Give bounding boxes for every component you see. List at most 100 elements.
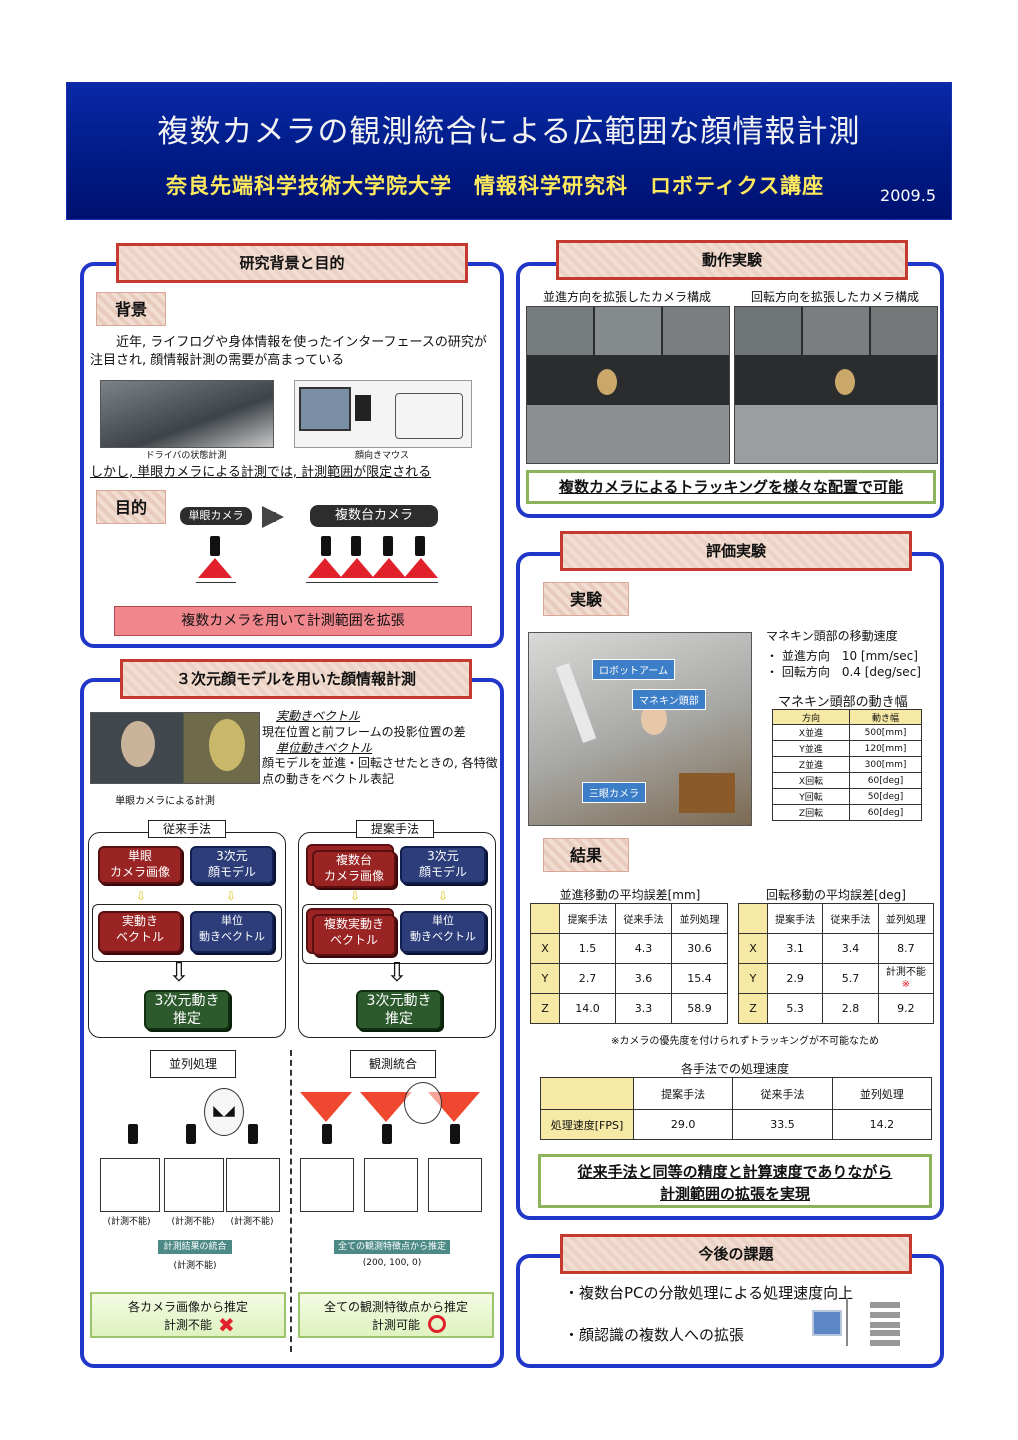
merge-results-label: 計測結果の統合 (158, 1240, 232, 1254)
unit-vector-title: 単位動きベクトル (276, 741, 373, 755)
corner-cell (738, 903, 768, 934)
background-label: 背景 (96, 292, 166, 326)
camera-view (300, 1158, 354, 1212)
col-header: 提案手法 (632, 1077, 734, 1110)
tri-camera-tag: 三眼カメラ (582, 782, 646, 803)
translation-setup-screenshot (526, 306, 730, 464)
table-cell: 60[deg] (849, 772, 922, 789)
arrow-down-icon: ⇩ (168, 958, 190, 988)
table-cell: 300[mm] (849, 756, 922, 773)
fps-table: 提案手法 従来手法 並列処理 処理速度[FPS] 29.0 33.5 14.2 (540, 1077, 933, 1140)
cross-icon: ✖ (218, 1313, 235, 1337)
speed-rotation: ・ 回転方向 0.4 [deg/sec] (766, 665, 921, 679)
table-cell: X回転 (772, 772, 850, 789)
col-header: 動き幅 (849, 709, 922, 725)
col-header: 従来手法 (732, 1077, 833, 1110)
table-cell: 2.8 (822, 993, 879, 1024)
mannequin-head-tag: マネキン頭部 (632, 689, 706, 710)
arrow-shaft (262, 512, 276, 522)
driver-photo (100, 380, 274, 448)
conv-real-vector: 実動き ベクトル (98, 911, 182, 953)
prop-motion-estimate: 3次元動き 推定 (356, 990, 442, 1030)
arrow-down-icon: ⇩ (350, 889, 361, 903)
camera-view (364, 1158, 418, 1212)
camera-view (226, 1158, 280, 1212)
prop-camera-images: 複数台 カメラ画像 (312, 850, 396, 888)
conv-camera-image: 単眼 カメラ画像 (98, 846, 182, 884)
face-icon: ◣◢ (204, 1088, 244, 1136)
robot-arm-tag: ロボットアーム (592, 659, 676, 680)
real-vector-title: 実動きベクトル (276, 709, 361, 723)
conventional-label: 従来手法 (148, 820, 226, 838)
table-cell: Z回転 (772, 804, 850, 821)
parallel-label: 並列処理 (150, 1050, 236, 1078)
table-cell: Z並進 (772, 756, 850, 773)
purpose-text: 複数カメラを用いて計測範囲を拡張 (114, 606, 472, 636)
table-cell: 4.3 (615, 933, 672, 964)
camera-icon (383, 536, 393, 556)
table-cell: 500[mm] (849, 724, 922, 741)
motion-range-title: マネキン頭部の動き幅 (778, 695, 908, 710)
col-header: 提案手法 (766, 903, 824, 934)
proposed-label: 提案手法 (356, 820, 434, 838)
col-header: 方向 (772, 709, 850, 725)
result-label: 結果 (543, 838, 629, 872)
na-label: (計測不能) (107, 1217, 151, 1227)
corner-cell (540, 1077, 634, 1110)
row-header: 処理速度[FPS] (540, 1109, 634, 1140)
row-header: Y (530, 963, 560, 994)
face-mouse-caption: 顔向きマウス (354, 451, 409, 461)
rotation-setup-screenshot (734, 306, 938, 464)
table-cell: 50[deg] (849, 788, 922, 805)
table-cell: 14.2 (831, 1109, 933, 1140)
background-text: 近年, ライフログや身体情報を使ったインターフェースの研究が注目され, 顔情報計… (90, 335, 487, 368)
face-mouse-diagram (294, 380, 472, 448)
range-line (306, 582, 438, 583)
speed-title: マネキン頭部の移動速度 (766, 629, 898, 643)
col-header: 提案手法 (559, 903, 616, 934)
face-icon (404, 1082, 442, 1124)
poster-title: 複数カメラの観測統合による広範囲な顔情報計測 (157, 114, 861, 150)
table-cell: 3.1 (766, 933, 824, 964)
table-cell: Y並進 (772, 740, 850, 757)
table-cell: 58.9 (671, 993, 728, 1024)
result-coords: (200, 100, 0) (362, 1258, 422, 1268)
table-cell: 30.6 (671, 933, 728, 964)
table-cell: Y回転 (772, 788, 850, 805)
motion-range-table: 方向 動き幅 X並進 500[mm] Y並進 120[mm] Z並進 300[mm] … (772, 709, 922, 821)
camera-icon (321, 536, 331, 556)
unmeasurable-text: 計測不能 (885, 966, 926, 978)
table-cell: 2.9 (766, 963, 824, 994)
view-range-icon (308, 558, 342, 578)
view-range-icon (340, 558, 374, 578)
prop-face-model: 3次元 顔モデル (400, 846, 486, 884)
fps-title: 各手法での処理速度 (680, 1062, 789, 1076)
table-cell: 120[mm] (849, 740, 922, 757)
model-heading: ３次元顔モデルを用いた顔情報計測 (120, 659, 472, 699)
prop-real-vectors: 複数実動き ベクトル (312, 914, 396, 956)
translation-error-table: 提案手法 従来手法 並列処理 X 1.5 4.3 30.6 Y 2.7 3.6 15.4 Z… (530, 903, 728, 1024)
table-cell: 15.4 (671, 963, 728, 994)
rotation-error-title: 回転移動の平均誤差[deg] (766, 888, 906, 902)
footnote-mark: ※ (901, 978, 911, 990)
translation-error-title: 並進移動の平均誤差[mm] (559, 888, 701, 902)
motion-caption-left: 並進方向を拡張したカメラ構成 (542, 290, 711, 304)
experiment-label: 実験 (543, 582, 629, 616)
server-icon (870, 1330, 900, 1336)
camera-icon (186, 1124, 196, 1144)
arrow-down-icon: ⇩ (386, 958, 408, 988)
arrow-down-icon: ⇩ (136, 889, 147, 903)
table-cell: 5.7 (822, 963, 879, 994)
view-range-icon (198, 558, 232, 578)
unit-vector-text: 顔モデルを並進・回転させたときの, 各特徴点の動きをベクトル表記 (262, 756, 498, 786)
circle-icon (428, 1315, 446, 1333)
pc-icon (812, 1310, 842, 1336)
camera-icon (128, 1124, 138, 1144)
left-result-box: 各カメラ画像から推定 計測不能 (90, 1292, 286, 1338)
table-cell: 8.7 (877, 933, 935, 964)
future-item-2: ・顔認識の複数人への拡張 (564, 1326, 745, 1344)
col-header: 並列処理 (831, 1077, 933, 1110)
single-camera-photo (90, 712, 260, 784)
motion-heading: 動作実験 (556, 240, 908, 280)
background-heading: 研究背景と目的 (116, 243, 468, 283)
